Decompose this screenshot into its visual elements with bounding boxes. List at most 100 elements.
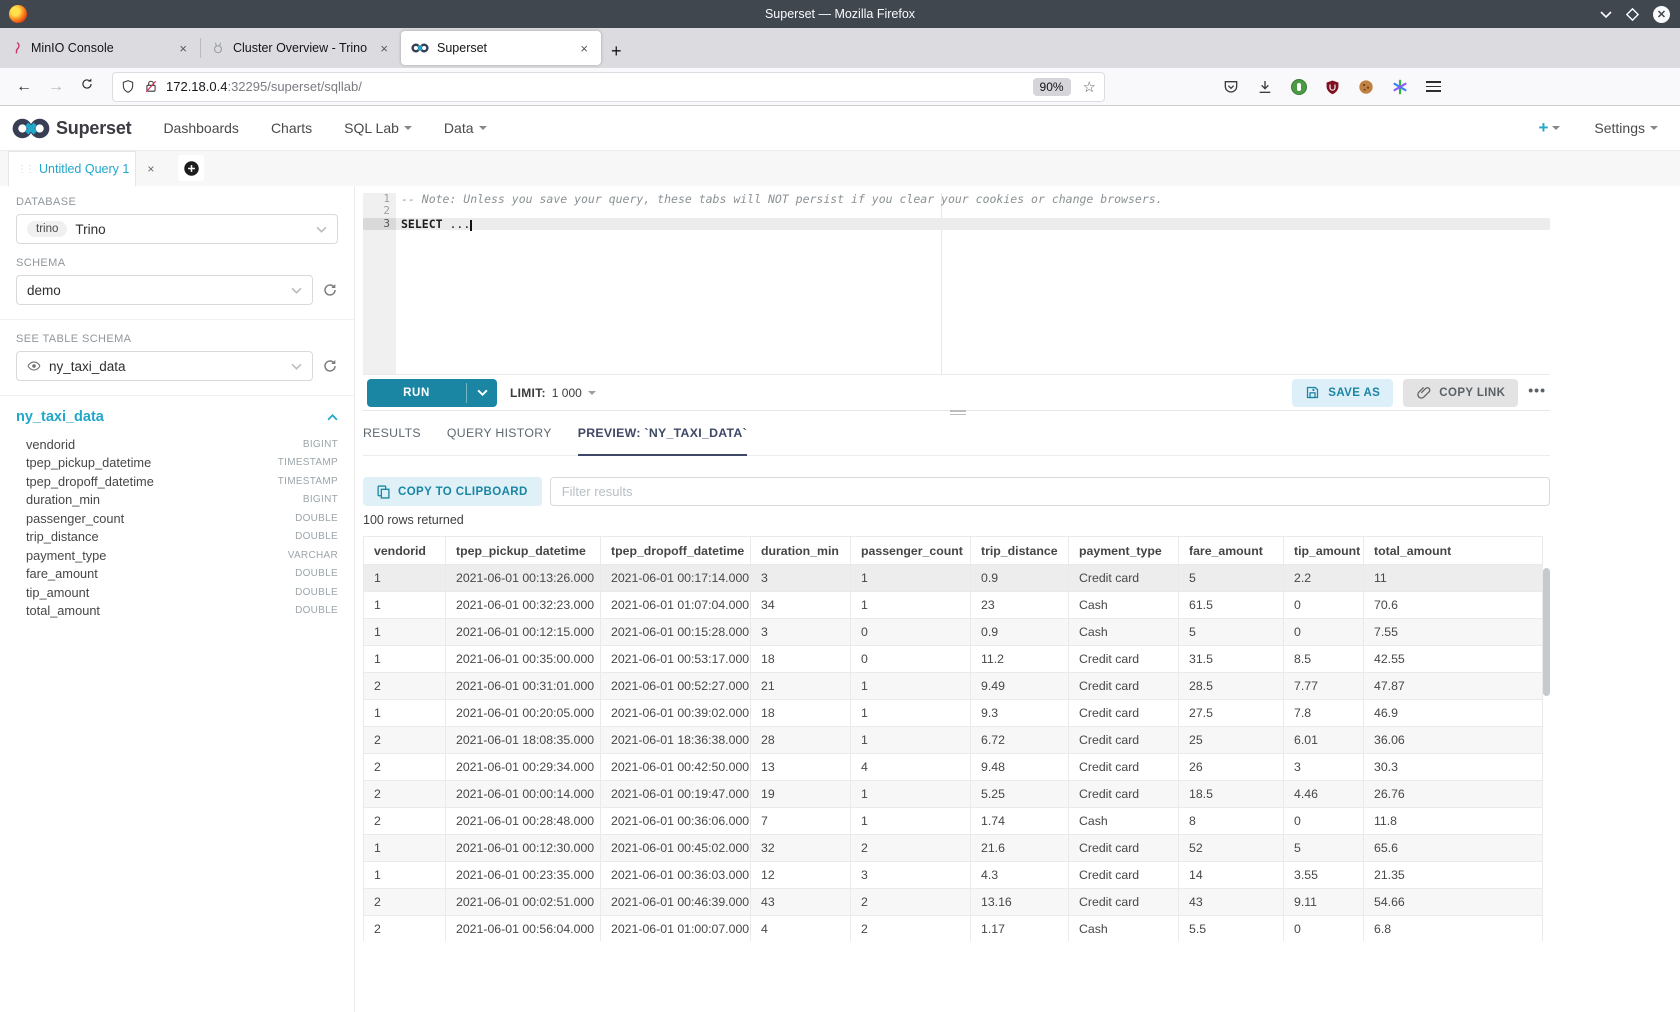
schema-column-row[interactable]: vendorid BIGINT (26, 435, 338, 454)
zoom-level-badge[interactable]: 90% (1033, 78, 1071, 96)
column-header[interactable]: total_amount (1364, 537, 1543, 565)
table-cell: 18 (751, 646, 851, 673)
run-query-button[interactable]: RUN (367, 379, 497, 407)
column-header[interactable]: trip_distance (971, 537, 1069, 565)
table-row[interactable]: 22021-06-01 00:29:34.0002021-06-01 00:42… (364, 754, 1543, 781)
database-select[interactable]: trinoTrino (16, 214, 338, 244)
forward-button[interactable]: → (48, 78, 64, 96)
nav-item-data[interactable]: Data (444, 120, 487, 136)
browser-tab-superset[interactable]: Superset × (401, 31, 601, 65)
bookmark-star-icon[interactable]: ☆ (1083, 78, 1096, 96)
table-row[interactable]: 22021-06-01 00:00:14.0002021-06-01 00:19… (364, 781, 1543, 808)
tab-preview-table[interactable]: PREVIEW: `NY_TAXI_DATA` (578, 426, 747, 455)
nav-item-dashboards[interactable]: Dashboards (163, 120, 239, 136)
reload-button[interactable] (80, 77, 94, 96)
table-schema-panel-header[interactable]: ny_taxi_data (16, 409, 338, 425)
settings-menu[interactable]: Settings (1594, 120, 1658, 136)
table-row[interactable]: 12021-06-01 00:20:05.0002021-06-01 00:39… (364, 700, 1543, 727)
schema-column-row[interactable]: total_amount DOUBLE (26, 602, 338, 621)
superset-brand[interactable]: Superset (12, 118, 131, 139)
insecure-lock-icon[interactable] (144, 79, 158, 94)
table-scrollbar[interactable] (1543, 568, 1550, 696)
back-button[interactable]: ← (16, 78, 32, 96)
add-new-button[interactable]: + (1538, 118, 1560, 138)
table-cell: 0 (1284, 916, 1364, 942)
menu-icon[interactable] (1426, 81, 1441, 92)
extension-privacy-icon[interactable] (1291, 79, 1307, 95)
nav-item-sql-lab[interactable]: SQL Lab (344, 120, 412, 136)
copy-link-button[interactable]: COPY LINK (1403, 379, 1518, 407)
table-row[interactable]: 22021-06-01 00:31:01.0002021-06-01 00:52… (364, 673, 1543, 700)
table-cell: 21.6 (971, 835, 1069, 862)
schema-column-row[interactable]: passenger_count DOUBLE (26, 509, 338, 528)
run-options-button[interactable] (467, 379, 497, 407)
window-maximize-icon[interactable] (1626, 8, 1639, 21)
row-limit-control[interactable]: LIMIT: 1 000 (510, 386, 596, 400)
extension-asterisk-icon[interactable] (1392, 79, 1408, 95)
table-schema-select[interactable]: ny_taxi_data (16, 351, 313, 381)
nav-item-charts[interactable]: Charts (271, 120, 312, 136)
tab-close-icon[interactable]: × (176, 41, 190, 56)
query-tab[interactable]: ⋮⋮ Untitled Query 1 × (8, 151, 136, 186)
save-as-button[interactable]: SAVE AS (1292, 379, 1393, 407)
cookie-manager-icon[interactable] (1358, 79, 1374, 95)
table-cell: 23 (971, 592, 1069, 619)
schema-column-row[interactable]: tpep_dropoff_datetime TIMESTAMP (26, 472, 338, 491)
tracking-shield-icon[interactable] (121, 79, 135, 94)
schema-column-row[interactable]: fare_amount DOUBLE (26, 565, 338, 584)
schema-column-row[interactable]: tip_amount DOUBLE (26, 583, 338, 602)
table-row[interactable]: 12021-06-01 00:32:23.0002021-06-01 01:07… (364, 592, 1543, 619)
chevron-up-icon[interactable] (327, 414, 338, 421)
copy-to-clipboard-button[interactable]: COPY TO CLIPBOARD (363, 477, 542, 506)
schema-column-row[interactable]: trip_distance DOUBLE (26, 528, 338, 547)
sql-editor[interactable]: 1 2 3 -- Note: Unless you save your quer… (363, 193, 1550, 374)
column-header[interactable]: fare_amount (1179, 537, 1284, 565)
column-header[interactable]: payment_type (1069, 537, 1179, 565)
table-cell: 9.11 (1284, 889, 1364, 916)
table-cell: 21.35 (1364, 862, 1543, 889)
new-tab-button[interactable]: + (611, 42, 622, 60)
tab-results[interactable]: RESULTS (363, 426, 421, 455)
column-header[interactable]: tpep_dropoff_datetime (601, 537, 751, 565)
query-tab-close-icon[interactable]: × (147, 162, 154, 176)
table-cell: 6.72 (971, 727, 1069, 754)
table-row[interactable]: 12021-06-01 00:12:15.0002021-06-01 00:15… (364, 619, 1543, 646)
table-row[interactable]: 22021-06-01 18:08:35.0002021-06-01 18:36… (364, 727, 1543, 754)
column-header[interactable]: vendorid (364, 537, 446, 565)
column-header[interactable]: duration_min (751, 537, 851, 565)
browser-tab-trino[interactable]: Cluster Overview - Trino × (201, 31, 401, 65)
link-icon (1416, 385, 1431, 400)
tab-query-history[interactable]: QUERY HISTORY (447, 426, 552, 455)
column-header[interactable]: tip_amount (1284, 537, 1364, 565)
schema-column-row[interactable]: tpep_pickup_datetime TIMESTAMP (26, 454, 338, 473)
pane-resize-handle[interactable] (950, 410, 966, 415)
tab-close-icon[interactable]: × (577, 41, 591, 56)
ublock-origin-icon[interactable] (1325, 79, 1340, 95)
browser-tab-minio[interactable]: MinIO Console × (0, 31, 200, 65)
pocket-icon[interactable] (1223, 79, 1239, 95)
editor-code-area[interactable]: -- Note: Unless you save your query, the… (396, 193, 1550, 374)
table-row[interactable]: 12021-06-01 00:13:26.0002021-06-01 00:17… (364, 565, 1543, 592)
table-row[interactable]: 12021-06-01 00:35:00.0002021-06-01 00:53… (364, 646, 1543, 673)
window-close-icon[interactable]: ✕ (1653, 6, 1670, 23)
refresh-schema-icon[interactable] (322, 282, 338, 298)
schema-select[interactable]: demo (16, 275, 313, 305)
table-row[interactable]: 22021-06-01 00:02:51.0002021-06-01 00:46… (364, 889, 1543, 916)
more-options-button[interactable]: ••• (1528, 382, 1546, 398)
table-cell: 1 (364, 835, 446, 862)
table-row[interactable]: 22021-06-01 00:28:48.0002021-06-01 00:36… (364, 808, 1543, 835)
table-row[interactable]: 12021-06-01 00:23:35.0002021-06-01 00:36… (364, 862, 1543, 889)
filter-results-input[interactable] (550, 477, 1550, 506)
refresh-table-icon[interactable] (322, 358, 338, 374)
schema-column-row[interactable]: duration_min BIGINT (26, 491, 338, 510)
column-header[interactable]: tpep_pickup_datetime (446, 537, 601, 565)
table-row[interactable]: 22021-06-01 00:56:04.0002021-06-01 01:00… (364, 916, 1543, 942)
downloads-icon[interactable] (1257, 79, 1273, 95)
column-header[interactable]: passenger_count (851, 537, 971, 565)
add-query-tab-button[interactable] (178, 155, 204, 181)
url-input[interactable]: 172.18.0.4:32295/superset/sqllab/ 90% ☆ (112, 72, 1105, 102)
window-minimize-icon[interactable] (1600, 11, 1612, 18)
schema-column-row[interactable]: payment_type VARCHAR (26, 546, 338, 565)
tab-close-icon[interactable]: × (377, 41, 391, 56)
table-row[interactable]: 12021-06-01 00:12:30.0002021-06-01 00:45… (364, 835, 1543, 862)
